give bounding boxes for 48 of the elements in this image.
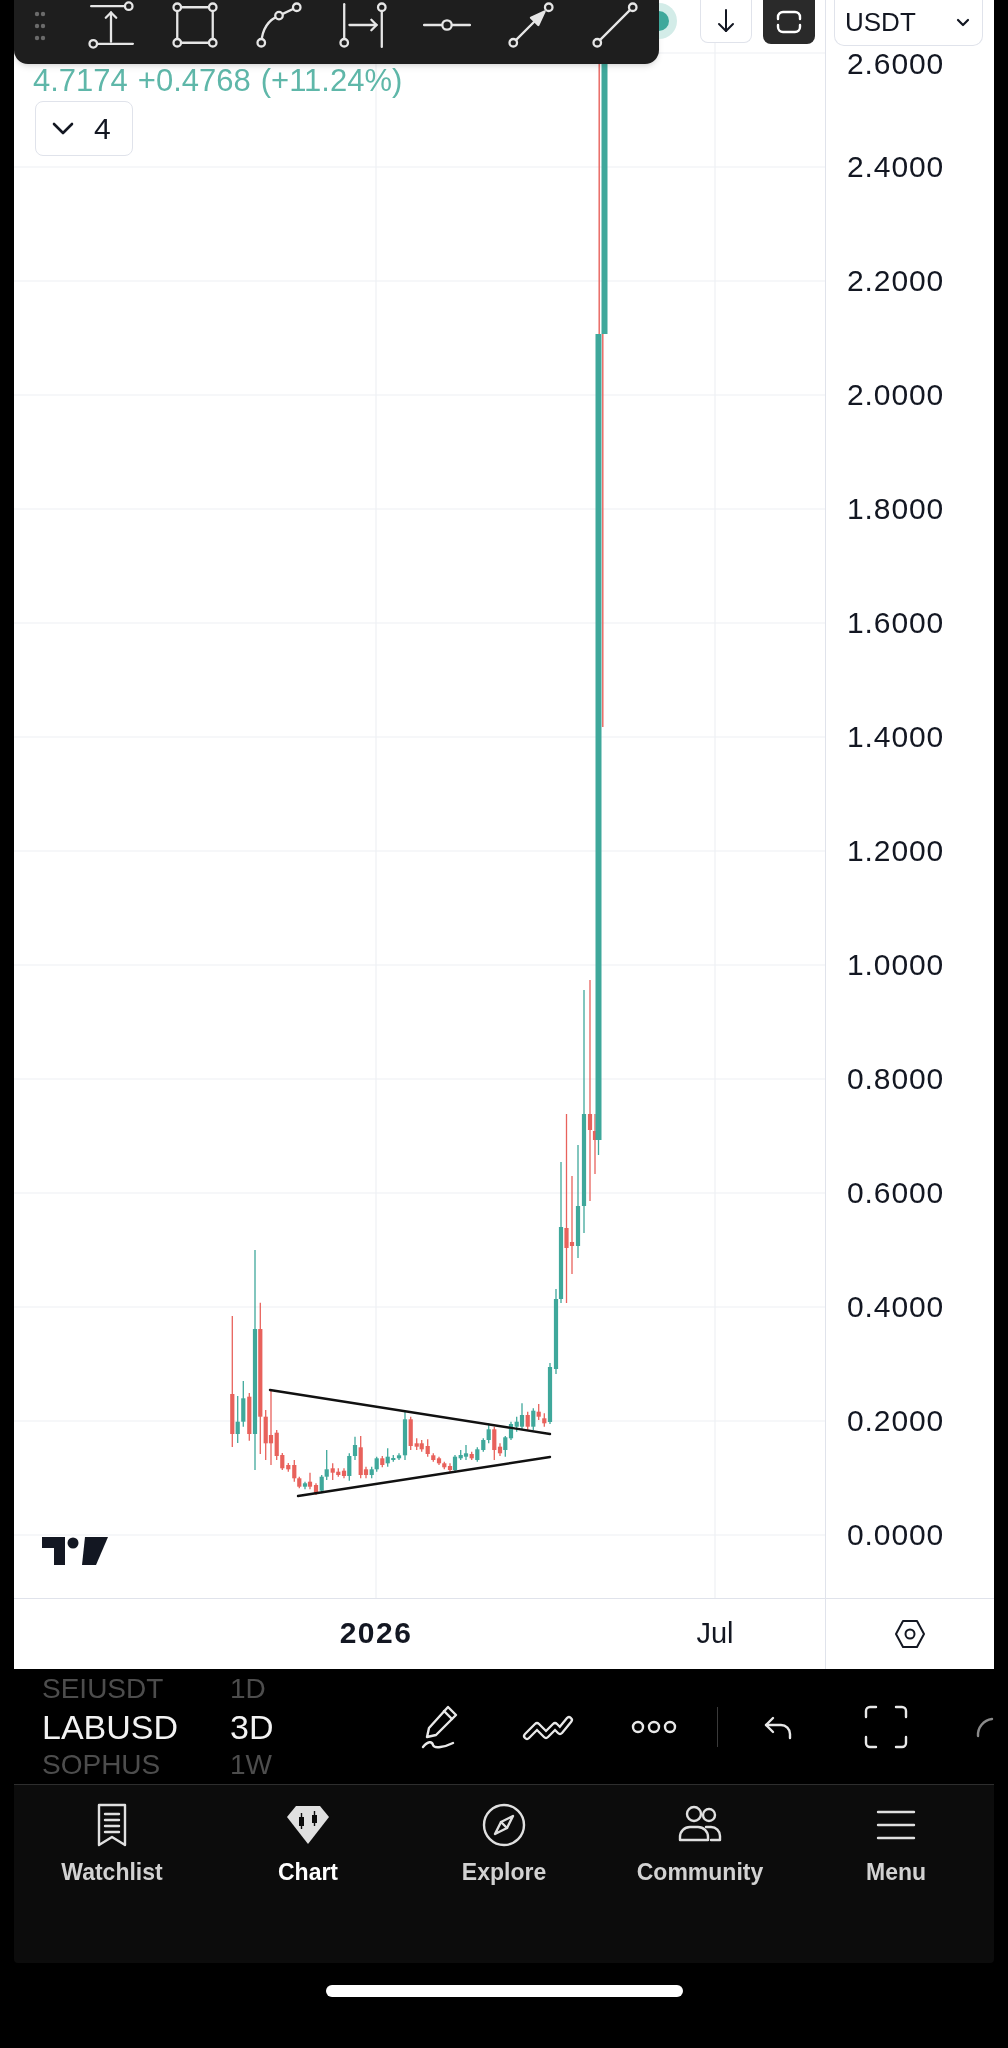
more-icon[interactable]: [631, 1719, 677, 1734]
price-label: 2.4000: [847, 149, 945, 185]
price-label: 2.6000: [847, 46, 945, 82]
price-label: 1.2000: [847, 833, 945, 869]
logo-icon: [42, 1534, 108, 1567]
trend-line-icon[interactable]: [591, 1, 639, 49]
nav-tab[interactable]: Watchlist: [61, 1801, 163, 1887]
vertical-range-icon[interactable]: [87, 1, 135, 49]
price-label: 0.8000: [847, 1061, 945, 1097]
drag-handle-icon[interactable]: [34, 11, 46, 41]
nav-tab[interactable]: Explore: [461, 1801, 547, 1887]
arc-icon[interactable]: [975, 1715, 994, 1738]
candlestick-gem-icon: [285, 1804, 331, 1846]
horizontal-range-icon[interactable]: [339, 1, 387, 49]
menu-icon: [876, 1809, 916, 1841]
price-label: 0.6000: [847, 1175, 945, 1211]
toggle-button[interactable]: [763, 0, 815, 44]
price-label: 1.6000: [847, 605, 945, 641]
indicators-toggle[interactable]: 4: [35, 101, 133, 156]
price-value: 4.7174: [33, 63, 128, 99]
change-percent: (+11.24%): [260, 63, 403, 99]
nav-tab[interactable]: Menu: [865, 1801, 927, 1887]
price-label: 1.0000: [847, 947, 945, 983]
price-label: 2.0000: [847, 377, 945, 413]
curve-icon[interactable]: [255, 1, 303, 49]
change-value: +0.4768: [137, 63, 251, 99]
price-label: 1.4000: [847, 719, 945, 755]
currency-dropdown[interactable]: USDT: [834, 0, 983, 46]
price-label: 0.0000: [847, 1517, 945, 1553]
chevron-down-icon: [956, 18, 970, 27]
settings-icon[interactable]: [894, 1619, 926, 1649]
down-arrow-icon: [716, 8, 736, 34]
price-label: 1.8000: [847, 491, 945, 527]
nav-tab[interactable]: Community: [636, 1801, 764, 1887]
rectangle-icon[interactable]: [171, 1, 219, 49]
price-label: 2.2000: [847, 263, 945, 299]
interval-option[interactable]: 3D: [230, 1706, 274, 1747]
price-label: 0.4000: [847, 1289, 945, 1325]
fullscreen-icon[interactable]: [863, 1703, 909, 1750]
arrow-icon[interactable]: [507, 1, 555, 49]
compass-icon: [482, 1803, 526, 1847]
time-label: Jul: [696, 1616, 734, 1651]
price-label: 0.2000: [847, 1403, 945, 1439]
frame-icon: [775, 10, 803, 34]
scroll-down-button[interactable]: [700, 0, 752, 43]
nav-tab[interactable]: Chart: [277, 1801, 339, 1887]
time-label: 2026: [339, 1615, 413, 1651]
symbol-option[interactable]: LABUSD: [42, 1706, 179, 1747]
